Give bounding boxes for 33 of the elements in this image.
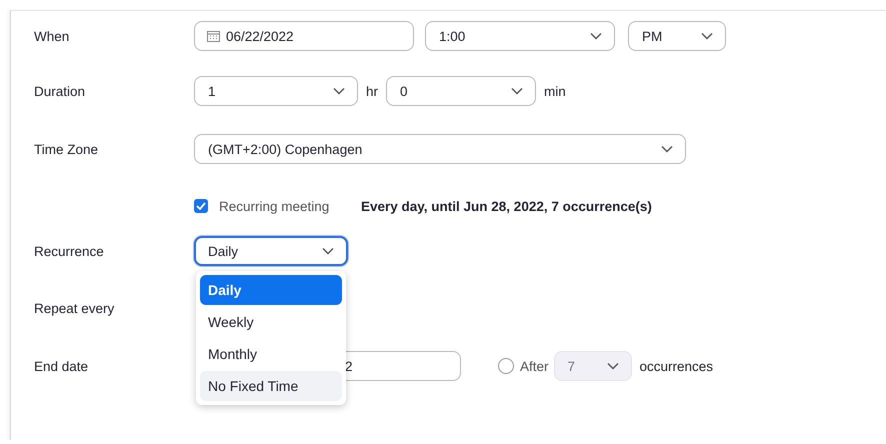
menu-option[interactable]: Daily	[200, 275, 342, 305]
menu-option[interactable]: No Fixed Time	[200, 371, 342, 401]
menu-option[interactable]: Weekly	[200, 307, 342, 337]
chevron-icon	[333, 87, 345, 95]
minutes-select[interactable]: 0	[386, 76, 536, 106]
recurrence-summary: Every day, until Jun 28, 2022, 7 occurrence(s)	[361, 198, 652, 214]
period-select[interactable]: PM	[628, 21, 726, 51]
unit-label: occurrences	[640, 358, 714, 374]
unit-label: min	[544, 84, 566, 98]
checkbox[interactable]	[194, 199, 208, 213]
field-label: Repeat every	[34, 300, 116, 316]
field-label: Time Zone	[34, 142, 100, 156]
calendar-icon	[207, 30, 220, 42]
hours-select[interactable]: 1	[194, 76, 358, 106]
recurrence-select[interactable]: Daily	[194, 236, 348, 266]
time-select[interactable]: 1:00	[425, 21, 615, 51]
field-label: Duration	[34, 84, 86, 98]
chevron-icon	[322, 247, 334, 255]
field-label: Recurrence	[34, 244, 105, 258]
field-label: When	[34, 28, 70, 44]
chevron-icon	[606, 362, 619, 370]
chevron-icon	[701, 32, 713, 40]
chevron-icon	[661, 145, 673, 153]
time-zone-select[interactable]: (GMT+2:00) Copenhagen	[194, 134, 686, 164]
radio-button[interactable]	[498, 358, 514, 374]
menu-option[interactable]: Monthly	[200, 339, 342, 369]
date-field[interactable]: 06/22/2022	[194, 21, 414, 51]
field-label: End date	[34, 358, 90, 374]
unit-label: hr	[366, 84, 378, 98]
chevron-icon	[511, 87, 524, 95]
radio-label: After	[520, 358, 549, 374]
checkbox-label: Recurring meeting	[219, 198, 330, 214]
chevron-icon	[590, 32, 602, 40]
